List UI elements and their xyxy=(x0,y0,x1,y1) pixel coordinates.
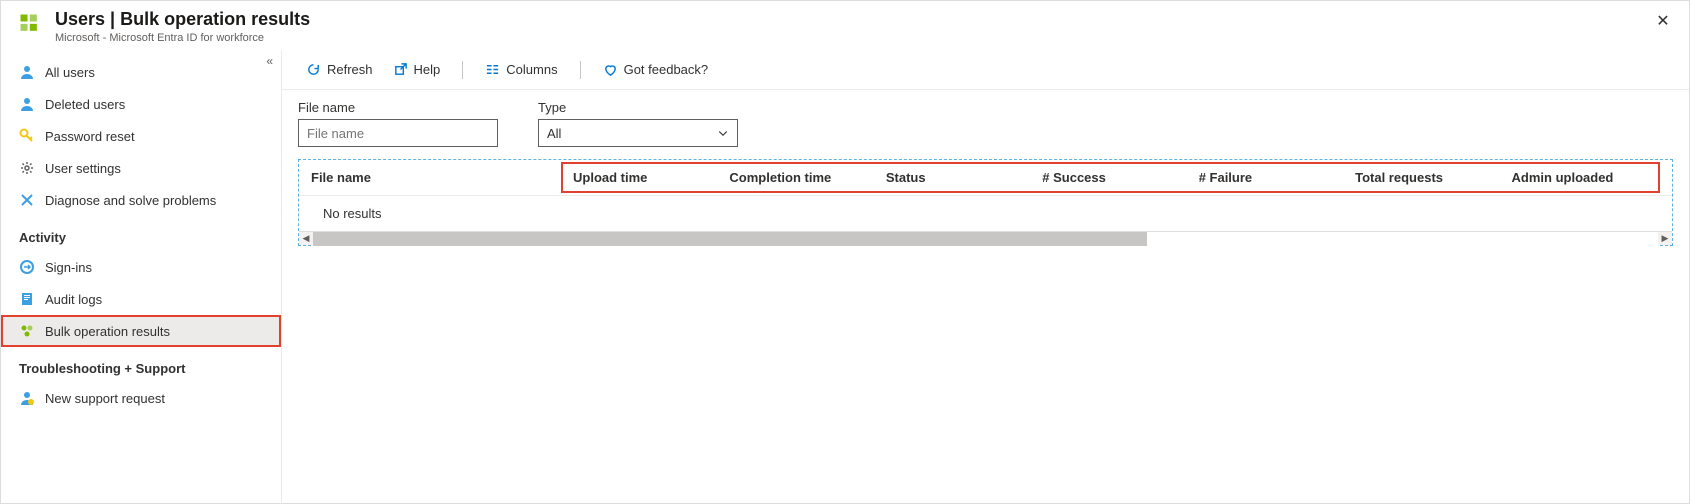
highlighted-columns: Upload time Completion time Status # Suc… xyxy=(561,162,1660,193)
filter-bar: File name Type All xyxy=(282,90,1689,159)
page-subtitle: Microsoft - Microsoft Entra ID for workf… xyxy=(55,32,1673,44)
signin-icon xyxy=(19,259,35,275)
collapse-sidebar-button[interactable]: « xyxy=(266,54,273,68)
toolbar-separator xyxy=(462,61,463,79)
sidebar-item-user-settings[interactable]: User settings xyxy=(1,152,281,184)
sidebar-item-label: User settings xyxy=(45,161,121,176)
col-success[interactable]: # Success xyxy=(1032,170,1188,185)
columns-label: Columns xyxy=(506,62,557,77)
sidebar-item-support[interactable]: New support request xyxy=(1,382,281,414)
col-upload-time[interactable]: Upload time xyxy=(563,170,719,185)
col-status[interactable]: Status xyxy=(876,170,1032,185)
chevron-down-icon xyxy=(717,127,729,139)
user-icon xyxy=(19,96,35,112)
scroll-left-arrow[interactable]: ◀ xyxy=(299,232,313,246)
refresh-button[interactable]: Refresh xyxy=(298,58,381,81)
gear-icon xyxy=(19,160,35,176)
sidebar-item-diagnose[interactable]: Diagnose and solve problems xyxy=(1,184,281,216)
col-admin[interactable]: Admin uploaded xyxy=(1502,170,1658,185)
main-content: Refresh Help Columns Got feedback? File … xyxy=(281,50,1689,504)
sidebar-item-label: Sign-ins xyxy=(45,260,92,275)
col-filename[interactable]: File name xyxy=(311,170,561,185)
bulk-icon xyxy=(19,323,35,339)
scroll-thumb[interactable] xyxy=(313,232,1147,246)
filename-filter-label: File name xyxy=(298,100,498,115)
tools-icon xyxy=(19,192,35,208)
sidebar-item-label: Password reset xyxy=(45,129,135,144)
sidebar-item-bulk-results[interactable]: Bulk operation results xyxy=(1,315,281,347)
col-failure[interactable]: # Failure xyxy=(1189,170,1345,185)
filename-filter-input[interactable] xyxy=(298,119,498,147)
heart-icon xyxy=(603,62,618,77)
user-icon xyxy=(19,64,35,80)
external-link-icon xyxy=(393,62,408,77)
refresh-label: Refresh xyxy=(327,62,373,77)
sidebar-item-label: New support request xyxy=(45,391,165,406)
sidebar-item-signins[interactable]: Sign-ins xyxy=(1,251,281,283)
no-results-row: No results xyxy=(299,196,1672,231)
feedback-button[interactable]: Got feedback? xyxy=(595,58,717,81)
sidebar-item-password-reset[interactable]: Password reset xyxy=(1,120,281,152)
toolbar: Refresh Help Columns Got feedback? xyxy=(282,50,1689,90)
table-header-row: File name Upload time Completion time St… xyxy=(299,160,1672,196)
sidebar-item-label: Audit logs xyxy=(45,292,102,307)
sidebar-section-troubleshoot: Troubleshooting + Support xyxy=(1,347,281,382)
sidebar-item-audit-logs[interactable]: Audit logs xyxy=(1,283,281,315)
col-total[interactable]: Total requests xyxy=(1345,170,1501,185)
help-label: Help xyxy=(414,62,441,77)
columns-icon xyxy=(485,62,500,77)
help-button[interactable]: Help xyxy=(385,58,449,81)
results-table: File name Upload time Completion time St… xyxy=(298,159,1673,246)
sidebar: « All users Deleted users Password reset… xyxy=(1,50,281,504)
sidebar-item-label: Bulk operation results xyxy=(45,324,170,339)
page-title: Users | Bulk operation results xyxy=(55,9,1673,30)
toolbar-separator xyxy=(580,61,581,79)
sidebar-item-label: Deleted users xyxy=(45,97,125,112)
sidebar-section-activity: Activity xyxy=(1,216,281,251)
horizontal-scrollbar[interactable]: ◀ ▶ xyxy=(299,231,1672,245)
sidebar-item-label: Diagnose and solve problems xyxy=(45,193,216,208)
feedback-label: Got feedback? xyxy=(624,62,709,77)
scroll-right-arrow[interactable]: ▶ xyxy=(1658,232,1672,246)
key-icon xyxy=(19,128,35,144)
refresh-icon xyxy=(306,62,321,77)
type-filter-value: All xyxy=(547,126,561,141)
col-completion-time[interactable]: Completion time xyxy=(719,170,875,185)
page-header: Users | Bulk operation results Microsoft… xyxy=(1,1,1689,50)
sidebar-item-label: All users xyxy=(45,65,95,80)
app-logo-icon xyxy=(17,11,45,39)
log-icon xyxy=(19,291,35,307)
scroll-track[interactable] xyxy=(313,232,1658,246)
type-filter-select[interactable]: All xyxy=(538,119,738,147)
columns-button[interactable]: Columns xyxy=(477,58,565,81)
sidebar-item-all-users[interactable]: All users xyxy=(1,56,281,88)
close-button[interactable]: ✕ xyxy=(1653,11,1673,31)
support-icon xyxy=(19,390,35,406)
type-filter-label: Type xyxy=(538,100,738,115)
sidebar-item-deleted-users[interactable]: Deleted users xyxy=(1,88,281,120)
